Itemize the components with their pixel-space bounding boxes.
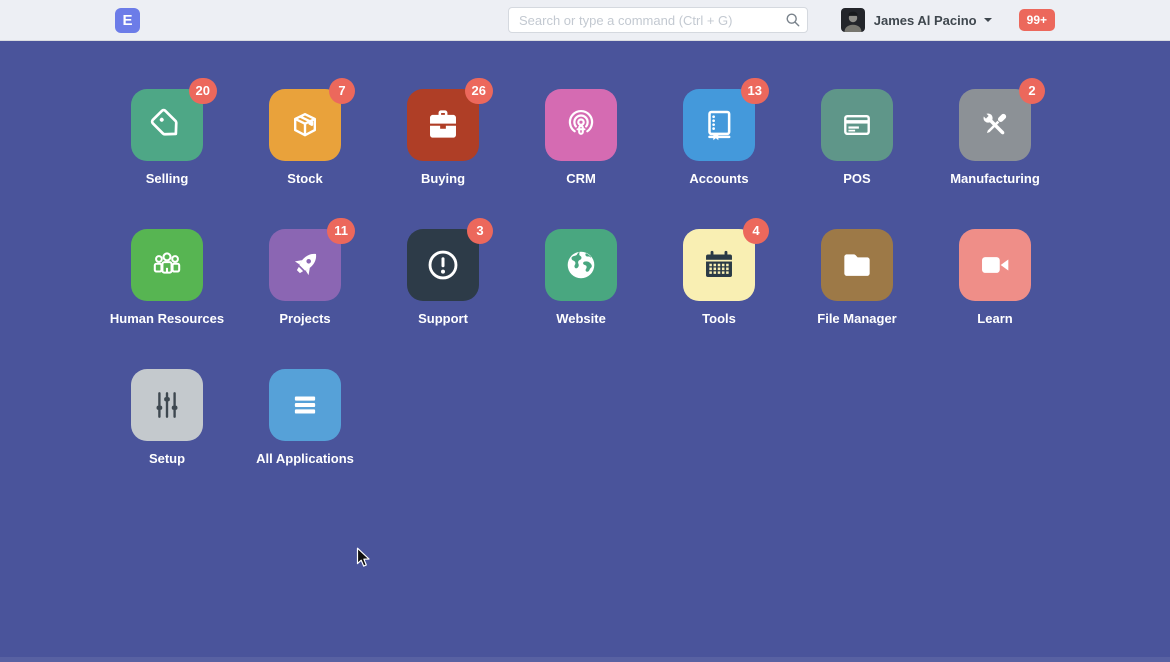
app-button-support[interactable]: 3 [407, 229, 479, 301]
app-label-support: Support [418, 311, 468, 326]
video-icon [976, 246, 1014, 284]
sliders-icon [148, 386, 186, 424]
app-button-human-resources[interactable] [131, 229, 203, 301]
app-label-accounts: Accounts [689, 171, 748, 186]
navbar: E James Al Pacino [0, 0, 1170, 41]
broadcast-icon [562, 106, 600, 144]
rocket-icon [286, 246, 324, 284]
app-tile-pos: POS [821, 89, 959, 229]
search-icon[interactable] [785, 12, 801, 28]
notification-count-badge: 20 [189, 78, 217, 104]
app-button-stock[interactable]: 7 [269, 89, 341, 161]
user-name: James Al Pacino [874, 13, 977, 28]
box-icon [286, 106, 324, 144]
app-tile-website: Website [545, 229, 683, 369]
globe-icon [562, 246, 600, 284]
app-tile-stock: 7 Stock [269, 89, 407, 229]
app-tile-support: 3 Support [407, 229, 545, 369]
app-tile-tools: 4 Tools [683, 229, 821, 369]
app-tile-manufacturing: 2 Manufacturing [959, 89, 1097, 229]
app-tile-buying: 26 Buying [407, 89, 545, 229]
notification-count-badge: 4 [743, 218, 769, 244]
app-tile-projects: 11 Projects [269, 229, 407, 369]
app-label-all-applications: All Applications [256, 451, 354, 466]
tools-icon [976, 106, 1014, 144]
app-button-crm[interactable] [545, 89, 617, 161]
app-button-website[interactable] [545, 229, 617, 301]
app-label-website: Website [556, 311, 606, 326]
tag-icon [148, 106, 186, 144]
book-icon [700, 106, 738, 144]
app-button-selling[interactable]: 20 [131, 89, 203, 161]
app-button-file-manager[interactable] [821, 229, 893, 301]
issue-icon [424, 246, 462, 284]
credit-card-icon [838, 106, 876, 144]
app-label-tools: Tools [702, 311, 736, 326]
notification-count-badge: 2 [1019, 78, 1045, 104]
app-tile-all-applications: All Applications [269, 369, 407, 509]
navbar-right: James Al Pacino 99+ [841, 8, 1055, 32]
app-button-manufacturing[interactable]: 2 [959, 89, 1031, 161]
notification-count-badge: 3 [467, 218, 493, 244]
search-bar [508, 7, 808, 33]
navbar-container: E James Al Pacino [115, 0, 1055, 40]
app-tile-crm: CRM [545, 89, 683, 229]
app-label-file-manager: File Manager [817, 311, 896, 326]
calendar-icon [700, 246, 738, 284]
app-label-manufacturing: Manufacturing [950, 171, 1040, 186]
app-label-crm: CRM [566, 171, 596, 186]
app-label-buying: Buying [421, 171, 465, 186]
app-label-setup: Setup [149, 451, 185, 466]
app-label-stock: Stock [287, 171, 322, 186]
notification-count-badge: 11 [327, 218, 355, 244]
briefcase-icon [424, 106, 462, 144]
app-button-all-applications[interactable] [269, 369, 341, 441]
user-avatar [841, 8, 865, 32]
notification-count-badge: 7 [329, 78, 355, 104]
app-button-buying[interactable]: 26 [407, 89, 479, 161]
app-label-learn: Learn [977, 311, 1012, 326]
app-button-pos[interactable] [821, 89, 893, 161]
app-tile-human-resources: Human Resources [131, 229, 269, 369]
people-icon [148, 246, 186, 284]
app-button-accounts[interactable]: 13 [683, 89, 755, 161]
app-tile-selling: 20 Selling [131, 89, 269, 229]
menu-icon [286, 386, 324, 424]
chevron-down-icon [984, 18, 992, 22]
search-input[interactable] [508, 7, 808, 33]
app-label-selling: Selling [146, 171, 189, 186]
app-label-pos: POS [843, 171, 870, 186]
bottom-strip [0, 657, 1170, 662]
app-button-setup[interactable] [131, 369, 203, 441]
app-grid: 20 Selling 7 Stock 26 Buying CRM 13 Acco… [131, 40, 1097, 509]
app-logo[interactable]: E [115, 8, 140, 33]
app-label-projects: Projects [279, 311, 330, 326]
notification-count-badge: 13 [741, 78, 769, 104]
app-label-human-resources: Human Resources [110, 311, 224, 326]
app-button-projects[interactable]: 11 [269, 229, 341, 301]
app-tile-file-manager: File Manager [821, 229, 959, 369]
notification-count-badge: 26 [465, 78, 493, 104]
app-button-learn[interactable] [959, 229, 1031, 301]
notifications-badge[interactable]: 99+ [1019, 9, 1055, 31]
app-tile-setup: Setup [131, 369, 269, 509]
user-menu[interactable]: James Al Pacino [841, 8, 992, 32]
app-tile-accounts: 13 Accounts [683, 89, 821, 229]
app-button-tools[interactable]: 4 [683, 229, 755, 301]
desktop: 20 Selling 7 Stock 26 Buying CRM 13 Acco… [0, 40, 1170, 662]
folder-icon [838, 246, 876, 284]
app-tile-learn: Learn [959, 229, 1097, 369]
